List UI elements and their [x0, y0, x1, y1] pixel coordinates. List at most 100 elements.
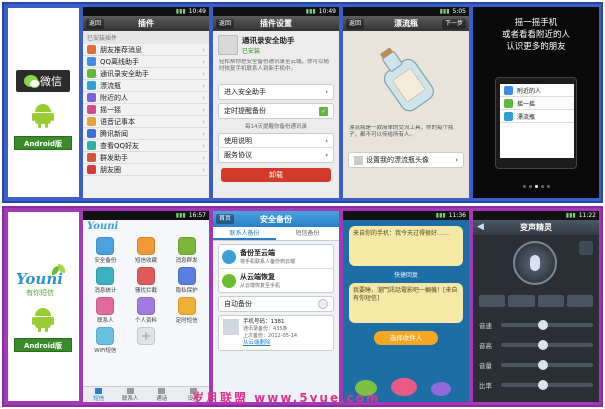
- chevron-right-icon: ›: [202, 129, 205, 138]
- slider-track[interactable]: [501, 320, 593, 330]
- checkbox-checked-icon[interactable]: ✓: [319, 106, 328, 116]
- contacts-count: 通讯录备份：435条: [243, 326, 288, 332]
- tab-contacts-backup[interactable]: 联系人备份: [213, 227, 276, 240]
- plugin-list-item[interactable]: 语音记事本 ›: [83, 116, 209, 128]
- feature-tile[interactable]: WiFi短信: [86, 327, 125, 354]
- cloud-upload-icon: [222, 249, 236, 264]
- tab-2[interactable]: 通话: [146, 387, 178, 402]
- agreement-row[interactable]: 服务协议 ›: [219, 148, 333, 162]
- plugin-list-item[interactable]: 摇一摇 ›: [83, 104, 209, 116]
- youni-home-screen: ▮▮▮ 16:57 Youni 安全备份 短信收藏 消息群发 消息统计 骚扰拦截 隐私保护联…: [83, 211, 209, 402]
- feature-icon: [136, 297, 155, 315]
- back-button[interactable]: 返回: [86, 19, 105, 29]
- slider-track[interactable]: [501, 380, 593, 390]
- chevron-right-icon: ›: [202, 165, 205, 174]
- feature-tile[interactable]: 定时短信: [167, 297, 206, 324]
- plugin-list-item[interactable]: 朋友推荐消息 ›: [83, 44, 209, 56]
- shake-menu-item[interactable]: 漂流瓶: [500, 110, 574, 123]
- uninstall-button[interactable]: 卸载: [221, 168, 331, 182]
- slider-track[interactable]: [501, 360, 593, 370]
- chevron-right-icon: ›: [202, 57, 205, 66]
- plugin-list-item[interactable]: 群发助手 ›: [83, 152, 209, 164]
- feature-tile[interactable]: 骚扰拦截: [127, 267, 166, 294]
- chevron-right-icon: ›: [202, 45, 205, 54]
- slider-thumb[interactable]: [537, 360, 548, 370]
- feature-tile[interactable]: 联系人: [86, 297, 125, 324]
- shake-menu-label: 漂流瓶: [517, 113, 536, 121]
- auto-backup-row[interactable]: 自动备份: [219, 297, 333, 311]
- status-time: 11:22: [578, 212, 596, 219]
- toggle-icon[interactable]: [318, 299, 328, 309]
- message-bubble-incoming: 来自你的手机：我今天过得很好……: [349, 226, 463, 266]
- feature-tile[interactable]: 消息统计: [86, 267, 125, 294]
- backup-to-cloud-row[interactable]: 备份至云端 将手机联系人备份到云端: [219, 245, 333, 269]
- help-row[interactable]: 使用说明 ›: [219, 134, 333, 148]
- plugin-icon: [87, 45, 96, 54]
- plugin-icon: [87, 69, 96, 78]
- plugin-list-label: 通讯录安全助手: [100, 69, 149, 78]
- home-button[interactable]: 首页: [216, 214, 235, 224]
- slider-thumb[interactable]: [537, 340, 548, 350]
- slider-label: 音高: [479, 342, 492, 350]
- plugin-list-item[interactable]: 附近的人 ›: [83, 92, 209, 104]
- set-bottle-avatar-row[interactable]: 设置我的漂流瓶头像 ›: [349, 153, 463, 167]
- preset-button[interactable]: [537, 295, 564, 307]
- account-info-card: 手机号码：1381 通讯录备份：435条 上次备份：2012-05-14 从云端…: [218, 315, 334, 351]
- preset-button[interactable]: [479, 295, 506, 307]
- restore-from-cloud-row[interactable]: 从云端恢复 从云端恢复至手机: [219, 269, 333, 292]
- enter-assistant-row[interactable]: 进入安全助手 ›: [219, 85, 333, 99]
- feature-tile[interactable]: +: [127, 327, 166, 354]
- feature-tile[interactable]: 个人资料: [127, 297, 166, 324]
- plugin-icon: [87, 57, 96, 66]
- scheduled-backup-row[interactable]: 定时提醒备份 ✓: [219, 104, 333, 118]
- status-time: 5:05: [452, 8, 466, 15]
- plugin-list-item[interactable]: 查看QQ好友 ›: [83, 140, 209, 152]
- delete-cloud-link[interactable]: 从云端删除: [243, 340, 297, 347]
- plugin-list-item[interactable]: 腾讯新闻 ›: [83, 128, 209, 140]
- message-bubble-draft: 我要睡，溜鬥訊話電影吧一輛機！[来自有你短信]: [349, 283, 463, 323]
- tab-sms-backup[interactable]: 短信备份: [276, 227, 339, 240]
- shake-menu-item[interactable]: 附近的人: [500, 84, 574, 97]
- slider-track[interactable]: [501, 340, 593, 350]
- slider-label: 音速: [479, 322, 492, 330]
- feature-tile[interactable]: 消息群发: [167, 237, 206, 264]
- wechat-bubble-icon: [24, 75, 40, 88]
- tab-0[interactable]: 短信: [83, 387, 115, 402]
- phone-number: 手机号码：1381: [243, 319, 285, 325]
- back-button[interactable]: 返回: [346, 19, 365, 29]
- plugin-icon: [87, 93, 96, 102]
- plugin-icon: [87, 105, 96, 114]
- next-button[interactable]: 下一步: [441, 19, 466, 29]
- plugin-list-label: 漂流瓶: [100, 81, 121, 90]
- chevron-right-icon: ›: [202, 141, 205, 150]
- back-button[interactable]: 返回: [216, 19, 235, 29]
- slider-thumb[interactable]: [537, 380, 548, 390]
- wechat-plugin-settings-screen: ▮▮▮ 10:49 返回 插件设置 通讯录安全助手 已安装 轻松帮你把安全备份通讯…: [213, 7, 339, 198]
- wechat-plugins-screen: ▮▮▮ 10:49 返回 插件 已安装插件 朋友推荐消息 › QQ离线助手 › 通讯录安全…: [83, 7, 209, 198]
- feature-tile[interactable]: 安全备份: [86, 237, 125, 264]
- add-icon: +: [136, 327, 155, 345]
- plugin-list-item[interactable]: 通讯录安全助手 ›: [83, 68, 209, 80]
- plugin-list-item[interactable]: QQ离线助手 ›: [83, 56, 209, 68]
- select-recipient-button[interactable]: 选择收件人: [374, 331, 438, 345]
- slider-thumb[interactable]: [537, 320, 548, 330]
- watermark: 岁月联盟 www.5yue.com: [192, 391, 381, 405]
- wechat-band: 微信 Android版 ▮▮▮ 10:49 返回 插件 已安装插件 朋友推荐消息 ›…: [2, 2, 603, 203]
- menu-icon: [504, 111, 513, 121]
- plugin-avatar-icon: [218, 35, 238, 55]
- preset-button[interactable]: [566, 295, 593, 307]
- plugin-list-item[interactable]: 朋友圈 ›: [83, 164, 209, 176]
- tab-label: 短信: [93, 396, 105, 402]
- feature-label: 骚扰拦截: [134, 288, 157, 294]
- tab-1[interactable]: 联系人: [115, 387, 147, 402]
- voice-slider-row: 音高: [479, 335, 593, 355]
- feature-tile[interactable]: 隐私保护: [167, 267, 206, 294]
- preset-button[interactable]: [508, 295, 535, 307]
- shake-menu-label: 附近的人: [517, 87, 542, 95]
- microphone-button[interactable]: [513, 241, 557, 285]
- record-toggle[interactable]: [579, 241, 593, 255]
- back-arrow-icon[interactable]: ◀: [477, 222, 484, 232]
- feature-tile[interactable]: 短信收藏: [127, 237, 166, 264]
- shake-menu-item[interactable]: 摇一摇: [500, 97, 574, 110]
- plugin-list-item[interactable]: 漂流瓶 ›: [83, 80, 209, 92]
